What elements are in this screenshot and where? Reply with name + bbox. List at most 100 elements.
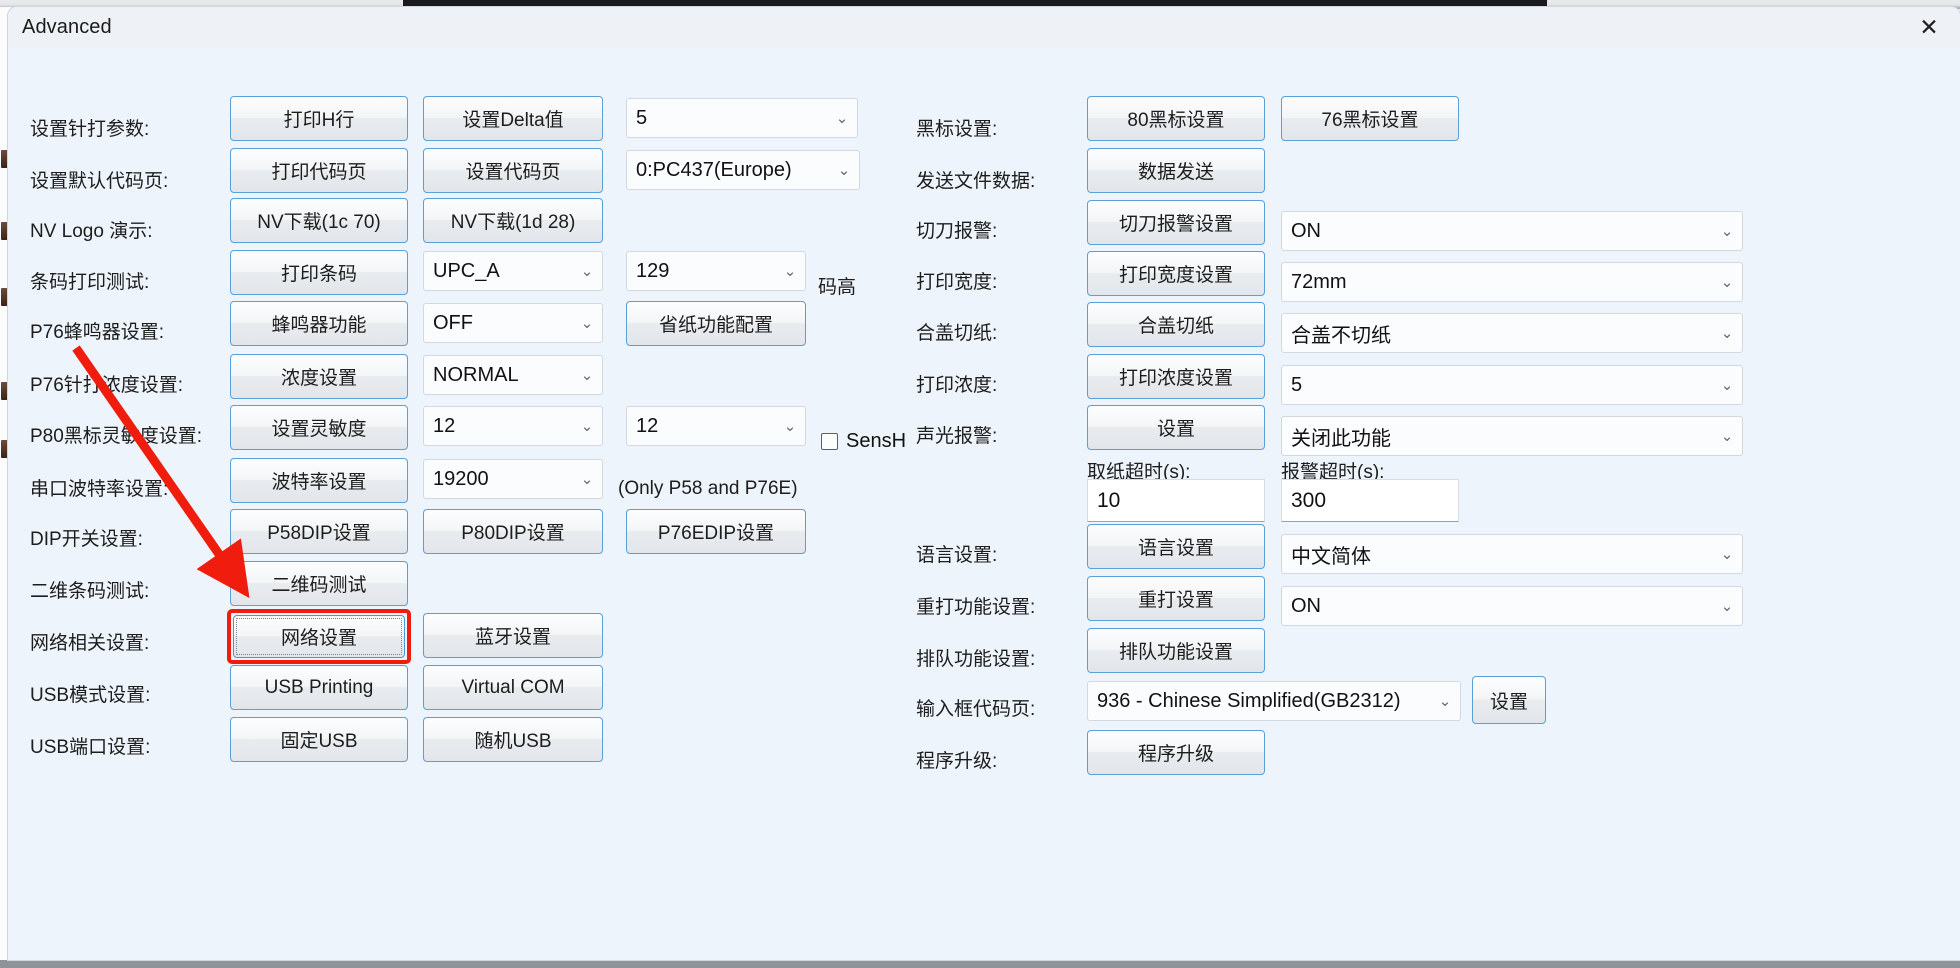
button-80-blackmark[interactable]: 80黑标设置 [1087, 96, 1265, 141]
advanced-dialog: Advanced ✕ 设置针打参数: 打印H行 设置Delta值 5 ⌄ 设置默… [8, 7, 1960, 960]
button-nv-download-1d28[interactable]: NV下载(1d 28) [423, 198, 603, 243]
label-input-codepage: 输入框代码页: [916, 699, 1036, 720]
combo-print-width[interactable]: 72mm ⌄ [1281, 262, 1743, 302]
button-input-codepage-apply[interactable]: 设置 [1472, 676, 1546, 724]
button-random-usb[interactable]: 随机USB [423, 717, 603, 762]
label-p76-density: P76针打浓度设置: [30, 375, 184, 396]
combo-sensitivity-2[interactable]: 12 ⌄ [626, 406, 806, 446]
button-nv-download-1c70[interactable]: NV下载(1c 70) [230, 198, 408, 243]
button-print-barcode[interactable]: 打印条码 [230, 250, 408, 295]
chevron-down-icon: ⌄ [580, 366, 594, 384]
dialog-title: Advanced [22, 16, 112, 38]
dialog-titlebar: Advanced ✕ [8, 7, 1960, 48]
button-fixed-usb[interactable]: 固定USB [230, 717, 408, 762]
combo-print-density-text: 5 [1291, 373, 1303, 396]
button-network-settings[interactable]: 网络设置 [233, 615, 405, 658]
label-nv-logo-demo: NV Logo 演示: [30, 221, 153, 242]
button-76-blackmark[interactable]: 76黑标设置 [1281, 96, 1459, 141]
combo-density-level[interactable]: NORMAL ⌄ [423, 355, 603, 395]
button-firmware-upgrade[interactable]: 程序升级 [1087, 730, 1265, 775]
combo-buzzer-state[interactable]: OFF ⌄ [423, 303, 603, 343]
input-paper-timeout[interactable]: 10 [1087, 479, 1265, 522]
combo-print-density[interactable]: 5 ⌄ [1281, 365, 1743, 405]
button-queue-setting[interactable]: 排队功能设置 [1087, 628, 1265, 673]
checkbox-sensh[interactable]: SensH [821, 430, 906, 453]
button-buzzer-function[interactable]: 蜂鸣器功能 [230, 301, 408, 346]
button-print-codepage[interactable]: 打印代码页 [230, 148, 408, 193]
background-window-bottom-strip [0, 960, 1960, 968]
checkbox-sensh-label: SensH [846, 430, 907, 452]
input-alarm-timeout[interactable]: 300 [1281, 479, 1459, 522]
combo-codepage[interactable]: 0:PC437(Europe) ⌄ [626, 150, 860, 190]
label-barcode-height-suffix: 码高 [818, 277, 857, 298]
combo-cover-cut[interactable]: 合盖不切纸 ⌄ [1281, 313, 1743, 353]
combo-barcode-height[interactable]: 129 ⌄ [626, 251, 806, 291]
label-print-density: 打印浓度: [916, 375, 998, 396]
combo-language-text: 中文简体 [1291, 545, 1371, 568]
combo-audio-visual-alarm[interactable]: 关闭此功能 ⌄ [1281, 416, 1743, 456]
combo-input-codepage[interactable]: 936 - Chinese Simplified(GB2312) ⌄ [1087, 681, 1461, 721]
label-network-settings: 网络相关设置: [30, 633, 150, 654]
label-p76-buzzer: P76蜂鸣器设置: [30, 322, 165, 343]
button-reprint-setting[interactable]: 重打设置 [1087, 576, 1265, 621]
button-density-setting[interactable]: 浓度设置 [230, 354, 408, 399]
button-baud-setting[interactable]: 波特率设置 [230, 458, 408, 503]
button-bluetooth-settings[interactable]: 蓝牙设置 [423, 613, 603, 658]
combo-codepage-text: 0:PC437(Europe) [636, 158, 792, 181]
button-set-delta[interactable]: 设置Delta值 [423, 96, 603, 141]
button-usb-printing[interactable]: USB Printing [230, 665, 408, 710]
button-audio-visual-alarm-setting[interactable]: 设置 [1087, 405, 1265, 450]
label-cutter-alarm: 切刀报警: [916, 221, 998, 242]
button-cover-cut[interactable]: 合盖切纸 [1087, 302, 1265, 347]
combo-density-level-text: NORMAL [433, 363, 519, 386]
combo-barcode-type[interactable]: UPC_A ⌄ [423, 251, 603, 291]
button-set-sensitivity[interactable]: 设置灵敏度 [230, 405, 408, 450]
combo-baudrate[interactable]: 19200 ⌄ [423, 459, 603, 499]
close-icon[interactable]: ✕ [1898, 7, 1960, 48]
combo-cutter-alarm-text: ON [1291, 219, 1321, 242]
chevron-down-icon: ⌄ [835, 109, 849, 127]
combo-delta-value[interactable]: 5 ⌄ [626, 98, 858, 138]
combo-cutter-alarm[interactable]: ON ⌄ [1281, 211, 1743, 251]
chevron-down-icon: ⌄ [1438, 692, 1452, 710]
combo-cover-cut-text: 合盖不切纸 [1291, 324, 1391, 347]
label-audio-visual-alarm: 声光报警: [916, 426, 998, 447]
combo-input-codepage-text: 936 - Chinese Simplified(GB2312) [1097, 689, 1401, 712]
checkbox-sensh-box[interactable] [821, 433, 838, 450]
button-p58-dip[interactable]: P58DIP设置 [230, 509, 408, 554]
chevron-down-icon: ⌄ [580, 262, 594, 280]
button-virtual-com[interactable]: Virtual COM [423, 665, 603, 710]
label-cover-cut: 合盖切纸: [916, 323, 998, 344]
button-print-density-setting[interactable]: 打印浓度设置 [1087, 354, 1265, 399]
combo-sensitivity-1[interactable]: 12 ⌄ [423, 406, 603, 446]
button-p80-dip[interactable]: P80DIP设置 [423, 509, 603, 554]
chevron-down-icon: ⌄ [1720, 222, 1734, 240]
combo-language[interactable]: 中文简体 ⌄ [1281, 534, 1743, 574]
label-language: 语言设置: [916, 545, 998, 566]
label-usb-port: USB端口设置: [30, 737, 151, 758]
dialog-client-area: 设置针打参数: 打印H行 设置Delta值 5 ⌄ 设置默认代码页: 打印代码页… [8, 48, 1960, 960]
button-p76e-dip[interactable]: P76EDIP设置 [626, 509, 806, 554]
combo-barcode-type-text: UPC_A [433, 259, 500, 282]
label-send-file-data: 发送文件数据: [916, 171, 1036, 192]
combo-delta-value-text: 5 [636, 106, 648, 129]
button-paper-save-config[interactable]: 省纸功能配置 [626, 301, 806, 346]
screen: Advanced ✕ 设置针打参数: 打印H行 设置Delta值 5 ⌄ 设置默… [0, 0, 1960, 968]
chevron-down-icon: ⌄ [580, 314, 594, 332]
combo-sensitivity-2-text: 12 [636, 414, 659, 437]
chevron-down-icon: ⌄ [1720, 597, 1734, 615]
button-language-setting[interactable]: 语言设置 [1087, 524, 1265, 569]
label-qrcode-test: 二维条码测试: [30, 581, 150, 602]
button-print-width-setting[interactable]: 打印宽度设置 [1087, 251, 1265, 296]
label-queue: 排队功能设置: [916, 649, 1036, 670]
button-qrcode-test[interactable]: 二维码测试 [230, 561, 408, 606]
chevron-down-icon: ⌄ [580, 470, 594, 488]
button-cutter-alarm-setting[interactable]: 切刀报警设置 [1087, 200, 1265, 245]
label-baud-note: (Only P58 and P76E) [618, 478, 798, 499]
combo-reprint[interactable]: ON ⌄ [1281, 586, 1743, 626]
label-pin-print-params: 设置针打参数: [30, 119, 150, 140]
button-set-codepage[interactable]: 设置代码页 [423, 148, 603, 193]
chevron-down-icon: ⌄ [1720, 273, 1734, 291]
button-send-data[interactable]: 数据发送 [1087, 148, 1265, 193]
button-print-h-line[interactable]: 打印H行 [230, 96, 408, 141]
